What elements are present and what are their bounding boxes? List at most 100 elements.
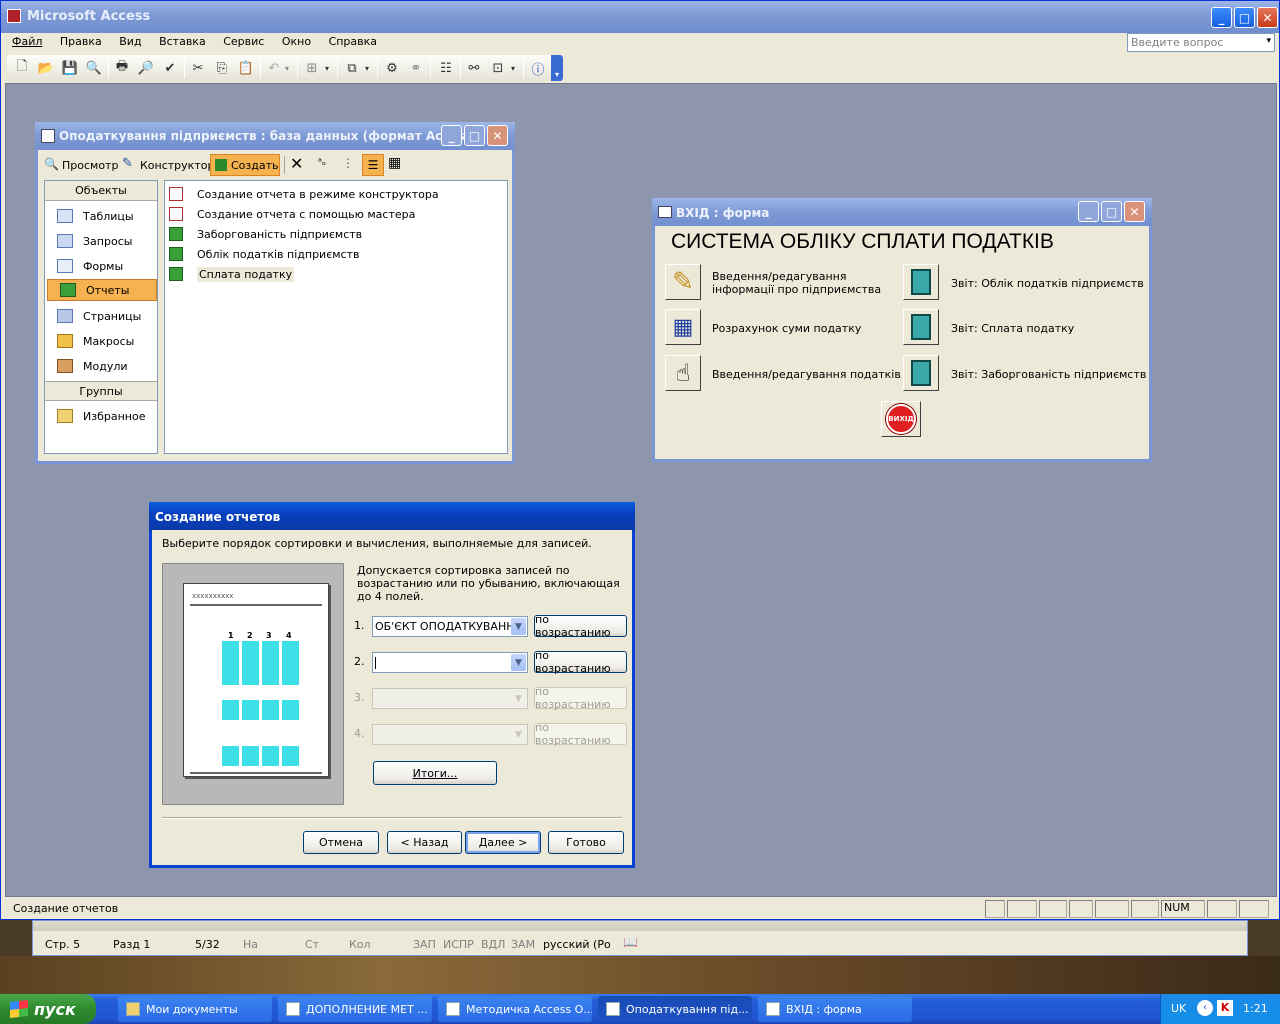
report-taxes-button[interactable] (903, 264, 939, 300)
nav-modules[interactable]: Модули (45, 355, 155, 377)
sort-field-1[interactable]: ОБ'ЄКТ ОПОДАТКУВАННЯ ▼ (372, 616, 528, 637)
close-button[interactable]: ✕ (487, 125, 508, 146)
chevron-down-icon[interactable]: ▼ (511, 726, 526, 743)
exit-button[interactable]: ВИХІД (881, 401, 921, 437)
language-indicator[interactable]: UK (1171, 1002, 1186, 1015)
nav-favorites[interactable]: Избранное (45, 405, 155, 427)
save-icon[interactable]: 💾 (59, 57, 81, 79)
tray-expand-icon[interactable]: ‹ (1197, 1000, 1213, 1016)
report-payment-button[interactable] (903, 309, 939, 345)
nav-forms[interactable]: Формы (45, 255, 155, 277)
sort-order-2-button[interactable]: по возрастанию (534, 649, 627, 675)
nav-queries[interactable]: Запросы (45, 230, 155, 252)
chevron-down-icon[interactable]: ▼ (511, 618, 526, 635)
list-item[interactable]: Облік податків підприємств (169, 245, 359, 263)
office-links-icon[interactable]: ⊞ (301, 57, 323, 79)
nav-macros[interactable]: Макросы (45, 330, 155, 352)
paste-icon[interactable]: 📋 (235, 57, 257, 79)
minimize-button[interactable]: _ (1211, 7, 1232, 28)
chevron-down-icon[interactable]: ▾ (507, 57, 519, 79)
menu-tools[interactable]: Сервис (216, 33, 271, 51)
copy-icon[interactable]: ⎘ (211, 57, 233, 79)
menu-insert[interactable]: Вставка (152, 33, 213, 51)
preview-icon[interactable]: 🔍 (44, 157, 59, 171)
chevron-down-icon[interactable]: ▾ (321, 57, 333, 79)
sort-order-3-button[interactable]: по возрастанию (534, 685, 627, 711)
sort-field-3[interactable]: ▼ (372, 688, 528, 709)
details-view-icon[interactable]: ▦ (388, 155, 401, 171)
close-button[interactable]: ✕ (1124, 201, 1145, 222)
sort-order-4-button[interactable]: по возрастанию (534, 721, 627, 747)
menu-file[interactable]: Файл (5, 33, 49, 51)
minimize-button[interactable]: _ (1078, 201, 1099, 222)
help-icon[interactable]: ⓘ (527, 57, 549, 79)
open-icon[interactable]: 📂 (35, 57, 57, 79)
cut-icon[interactable]: ✂ (187, 57, 209, 79)
analyze-icon[interactable]: ⧉ (341, 57, 363, 79)
search-icon[interactable]: 🔍 (83, 57, 105, 79)
chevron-down-icon[interactable]: ▾ (281, 57, 293, 79)
list-item[interactable]: Создание отчета в режиме конструктора (169, 185, 439, 203)
task-access-db[interactable]: Оподаткування під... (598, 996, 752, 1022)
nav-pages[interactable]: Страницы (45, 305, 155, 327)
finish-button[interactable]: Готово (548, 831, 624, 854)
task-my-documents[interactable]: Мои документы (118, 996, 272, 1022)
start-button[interactable]: пуск (0, 994, 96, 1024)
list-item[interactable]: Заборгованість підприємств (169, 225, 362, 243)
list-item[interactable]: Создание отчета с помощью мастера (169, 205, 415, 223)
menu-view[interactable]: Вид (112, 33, 148, 51)
next-button[interactable]: Далее > (465, 831, 541, 854)
help-search-box[interactable]: Введите вопрос ▾ (1127, 33, 1275, 52)
code-icon[interactable]: ⚙ (381, 57, 403, 79)
report-preview-page: xxxxxxxxxx 1 2 3 4 (183, 583, 329, 777)
chevron-down-icon[interactable]: ▼ (511, 654, 526, 671)
maximize-button[interactable]: □ (1101, 201, 1122, 222)
nav-reports[interactable]: Отчеты (47, 279, 157, 301)
toolbar-overflow[interactable]: ▾ (551, 55, 563, 81)
sort-field-2[interactable]: ▼ (372, 652, 528, 673)
maximize-button[interactable]: □ (1234, 7, 1255, 28)
task-word-doc-2[interactable]: Методичка Access О... (438, 996, 592, 1022)
back-button[interactable]: < Назад (387, 831, 462, 854)
list-view-icon[interactable]: ☰ (362, 154, 384, 176)
calculate-tax-button[interactable]: ▦ (665, 309, 701, 345)
antivirus-icon[interactable]: K (1217, 1000, 1233, 1016)
delete-icon[interactable]: ✕ (290, 154, 303, 173)
task-word-doc-1[interactable]: ДОПОЛНЕНИЕ МЕТ ... (278, 996, 432, 1022)
menu-edit[interactable]: Правка (53, 33, 109, 51)
new-object-icon[interactable]: ⊡ (487, 57, 509, 79)
minimize-button[interactable]: _ (441, 125, 462, 146)
maximize-button[interactable]: □ (464, 125, 485, 146)
create-button[interactable]: Создать (210, 154, 280, 176)
report-debt-button[interactable] (903, 355, 939, 391)
menu-help[interactable]: Справка (322, 33, 384, 51)
preview-icon[interactable]: 🔎 (135, 57, 157, 79)
print-icon[interactable]: 🖶 (111, 57, 133, 79)
chevron-down-icon[interactable]: ▼ (511, 690, 526, 707)
new-icon[interactable]: 🗋 (11, 57, 33, 79)
sort-order-1-button[interactable]: по возрастанию (534, 613, 627, 639)
task-form[interactable]: ВХІД : форма (758, 996, 912, 1022)
nav-tables[interactable]: Таблицы (45, 205, 155, 227)
large-icons-icon[interactable]: ᵃₒ (318, 157, 326, 168)
task-label: Оподаткування під... (626, 1002, 749, 1016)
menu-window[interactable]: Окно (275, 33, 318, 51)
edit-taxes-button[interactable]: ☝ (665, 355, 701, 391)
groups-header[interactable]: Группы (45, 381, 157, 401)
properties-icon[interactable]: ☷ (435, 57, 457, 79)
design-button[interactable]: Конструктор (140, 159, 214, 172)
cancel-button[interactable]: Отмена (303, 831, 379, 854)
view-button[interactable]: Просмотр (62, 159, 118, 172)
list-item-selected[interactable]: Сплата податку (169, 265, 295, 283)
relationships-icon[interactable]: ⚯ (463, 57, 485, 79)
summary-options-button[interactable]: Итоги... (373, 761, 497, 785)
chevron-down-icon[interactable]: ▾ (361, 57, 373, 79)
edit-enterprise-button[interactable]: ✎ (665, 264, 701, 300)
close-button[interactable]: ✕ (1257, 7, 1278, 28)
script-icon[interactable]: ⚭ (405, 57, 427, 79)
sort-field-4[interactable]: ▼ (372, 724, 528, 745)
small-icons-icon[interactable]: ⋮ (342, 156, 354, 170)
design-icon[interactable]: ✎ (122, 156, 133, 171)
spelling-icon[interactable]: ✔ (159, 57, 181, 79)
nav-favorites-label: Избранное (83, 409, 146, 423)
